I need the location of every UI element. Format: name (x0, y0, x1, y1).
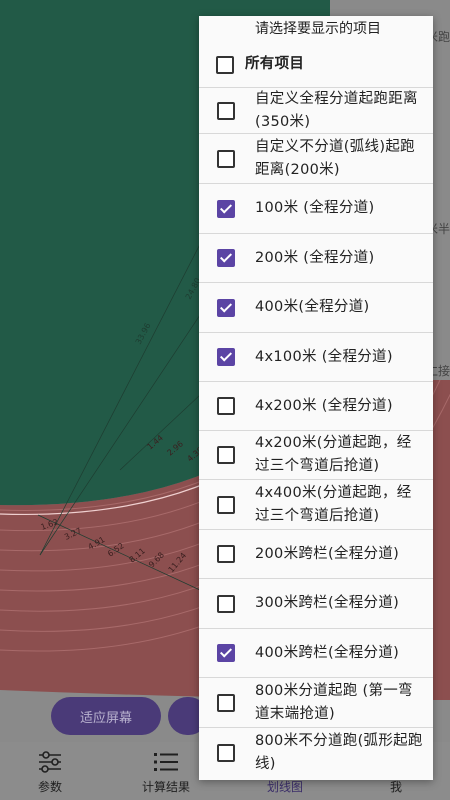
dialog-title: 请选择要显示的项目 (255, 21, 381, 37)
display-options-dialog: 请选择要显示的项目 所有项目 自定义全程分道起跑距离(350米) 自定义不分道(… (199, 16, 433, 780)
option-custom-lane-start[interactable]: 自定义全程分道起跑距离(350米) (199, 88, 433, 134)
option-all-items[interactable]: 所有项目 (199, 42, 433, 88)
option-300m-hurdles[interactable]: 300米跨栏(全程分道) (199, 579, 433, 629)
option-400m[interactable]: 400米(全程分道) (199, 283, 433, 333)
option-100m[interactable]: 100米 (全程分道) (199, 184, 433, 234)
option-4x100m[interactable]: 4x100米 (全程分道) (199, 333, 433, 382)
checkbox-icon[interactable] (217, 397, 235, 415)
option-label: 100米 (全程分道) (255, 200, 375, 216)
nav-map-label: 划线图 (266, 780, 303, 794)
nav-params[interactable]: 参数 (10, 742, 90, 800)
checkbox-checked-icon[interactable] (217, 199, 235, 218)
fit-screen-button[interactable]: 适应屏幕 (51, 697, 161, 735)
option-label: 200米跨栏(全程分道) (255, 546, 400, 562)
option-400m-hurdles[interactable]: 400米跨栏(全程分道) (199, 629, 433, 678)
option-200m-hurdles[interactable]: 200米跨栏(全程分道) (199, 530, 433, 579)
option-label: 4x200米 (全程分道) (255, 398, 393, 414)
option-label: 400米跨栏(全程分道) (255, 645, 400, 661)
option-label: 200米 (全程分道) (255, 250, 375, 266)
nav-results-label: 计算结果 (141, 780, 190, 794)
option-200m[interactable]: 200米 (全程分道) (199, 234, 433, 283)
option-label: 400米(全程分道) (255, 299, 370, 315)
checkbox-checked-icon[interactable] (217, 348, 235, 366)
option-4x400m-break[interactable]: 4x400米(分道起跑，经过三个弯道后抢道) (199, 480, 433, 530)
option-800m-curved-start[interactable]: 800米不分道跑(弧形起跑线) (199, 728, 433, 778)
option-list: 所有项目 自定义全程分道起跑距离(350米) 自定义不分道(弧线)起跑距离(20… (199, 42, 433, 778)
option-label: 所有项目 (245, 56, 305, 72)
checkbox-checked-icon[interactable] (217, 249, 235, 267)
checkbox-icon[interactable] (217, 744, 235, 762)
nav-results[interactable]: 计算结果 (126, 742, 206, 800)
option-label: 300米跨栏(全程分道) (255, 595, 400, 611)
nav-me-label: 我 (389, 780, 402, 794)
checkbox-icon[interactable] (217, 594, 235, 613)
checkbox-icon[interactable] (217, 101, 235, 120)
option-label: 4x100米 (全程分道) (255, 349, 393, 365)
option-800m-lane-start[interactable]: 800米分道起跑 (第一弯道末端抢道) (199, 678, 433, 728)
option-label: 自定义不分道(弧线)起跑距离(200米) (255, 139, 415, 178)
checkbox-checked-icon[interactable] (217, 644, 235, 662)
option-label: 自定义全程分道起跑距离(350米) (255, 91, 418, 130)
option-label: 4x200米(分道起跑，经过三个弯道后抢道) (255, 435, 412, 474)
checkbox-icon[interactable] (217, 495, 235, 514)
checkbox-icon[interactable] (217, 446, 235, 464)
checkbox-icon[interactable] (217, 693, 235, 712)
checkbox-checked-icon[interactable] (217, 298, 235, 317)
list-icon (154, 753, 178, 771)
sliders-icon (39, 751, 61, 773)
option-label: 800米分道起跑 (第一弯道末端抢道) (255, 683, 413, 722)
nav-params-label: 参数 (37, 780, 62, 794)
checkbox-icon[interactable] (216, 55, 234, 74)
checkbox-icon[interactable] (217, 149, 235, 168)
option-4x200m-break[interactable]: 4x200米(分道起跑，经过三个弯道后抢道) (199, 431, 433, 480)
option-4x200m[interactable]: 4x200米 (全程分道) (199, 382, 433, 431)
checkbox-icon[interactable] (217, 545, 235, 563)
option-label: 4x400米(分道起跑，经过三个弯道后抢道) (255, 485, 412, 524)
option-label: 800米不分道跑(弧形起跑线) (255, 733, 423, 772)
option-custom-curved-start[interactable]: 自定义不分道(弧线)起跑距离(200米) (199, 134, 433, 184)
